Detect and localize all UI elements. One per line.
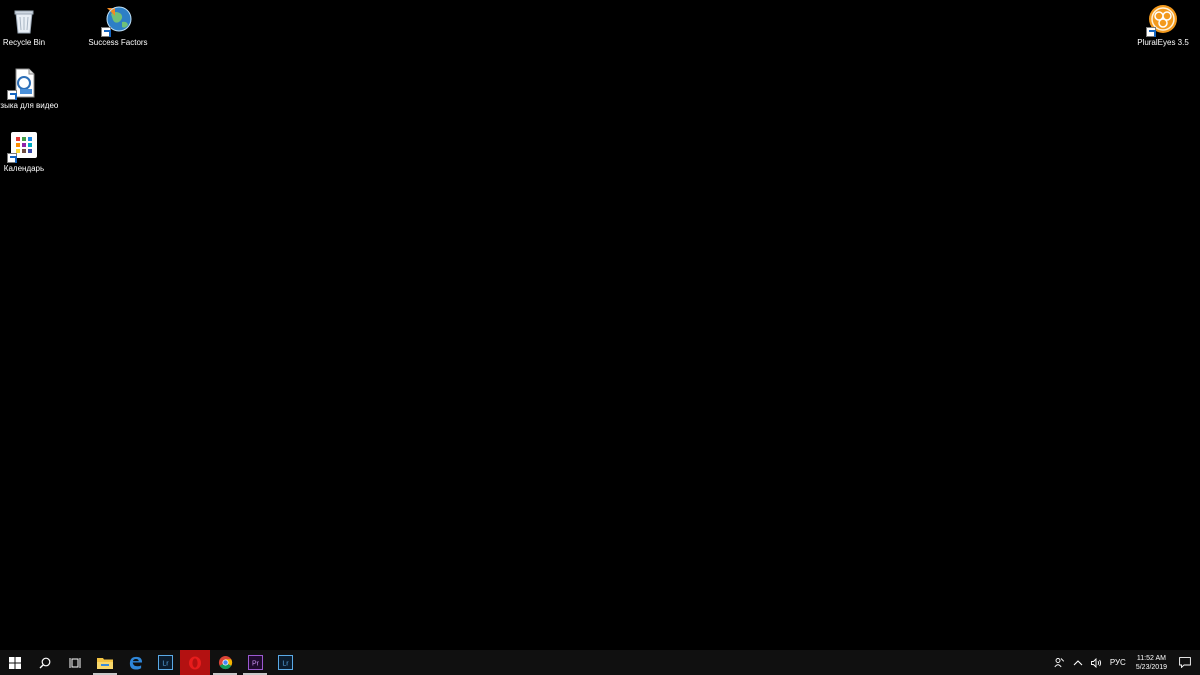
input-language-indicator[interactable]: РУС [1106,650,1130,675]
music-file-icon [7,67,40,100]
taskbar-premiere[interactable]: Pr [240,650,270,675]
clock-time: 11:52 AM [1136,654,1166,662]
chevron-up-icon [1073,660,1083,666]
recycle-bin-label: Recycle Bin [2,38,46,47]
notification-icon [1179,657,1191,668]
premiere-icon: Pr [247,655,263,670]
recycle-bin-icon [8,4,40,36]
pluraleyes-label: PluralEyes 3.5 [1137,38,1189,47]
pluraleyes-shortcut[interactable]: PluralEyes 3.5 [1127,4,1199,47]
taskbar-chrome[interactable] [210,650,240,675]
calendar-label: Календарь [3,164,45,173]
shortcut-arrow-icon [1146,27,1156,37]
people-icon [1054,658,1064,668]
desktop: Recycle Bin Success Factors М [0,0,1200,650]
system-tray: РУС 11:52 AM 5/23/2019 [1050,650,1200,675]
svg-text:Lr: Lr [162,661,169,668]
svg-text:Pr: Pr [252,661,260,668]
speaker-icon [1090,657,1101,668]
windows-logo-icon [9,656,21,669]
music-for-video-shortcut[interactable]: Музыка для видео [0,67,60,110]
globe-shortcut-icon [101,4,134,37]
success-factors-label: Success Factors [88,38,148,47]
calendar-shortcut[interactable]: Календарь [0,130,60,173]
people-button[interactable] [1050,650,1069,675]
show-hidden-icons-button[interactable] [1069,650,1087,675]
search-button[interactable] [30,650,60,675]
volume-button[interactable] [1087,650,1106,675]
chrome-icon [218,655,232,670]
taskbar-lightroom-1[interactable]: Lr [150,650,180,675]
taskbar-lightroom-2[interactable]: Lr [270,650,300,675]
lightroom-icon: Lr [157,655,173,670]
search-icon [39,657,51,669]
shortcut-arrow-icon [7,90,17,100]
action-center-button[interactable] [1173,650,1200,675]
task-view-button[interactable] [60,650,90,675]
clock-date: 5/23/2019 [1135,663,1167,671]
music-for-video-label: Музыка для видео [0,101,59,110]
taskbar-file-explorer[interactable] [90,650,120,675]
taskbar-edge[interactable] [120,650,150,675]
taskbar-clock[interactable]: 11:52 AM 5/23/2019 [1130,654,1173,672]
pluraleyes-icon [1146,4,1179,37]
calendar-icon [7,130,40,163]
recycle-bin-shortcut[interactable]: Recycle Bin [0,4,60,47]
start-button[interactable] [0,650,30,675]
opera-icon [189,656,201,669]
shortcut-arrow-icon [7,153,17,163]
edge-icon [129,656,142,670]
folder-icon [97,658,113,669]
task-view-icon [69,657,81,668]
success-factors-shortcut[interactable]: Success Factors [82,4,154,47]
lightroom-icon: Lr [277,655,293,670]
shortcut-arrow-icon [101,27,111,37]
taskbar: Lr Pr Lr РУС 11:52 AM 5/23/2019 [0,650,1200,675]
taskbar-opera[interactable] [180,650,210,675]
svg-text:Lr: Lr [282,661,289,668]
